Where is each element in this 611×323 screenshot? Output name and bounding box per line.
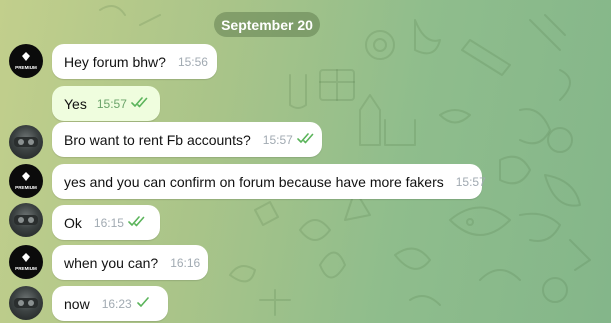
avatar[interactable] bbox=[9, 125, 43, 159]
message-text: Hey forum bhw? bbox=[64, 53, 166, 70]
profile-photo-icon bbox=[14, 298, 38, 308]
message-bubble[interactable]: Bro want to rent Fb accounts? 15:57 bbox=[52, 122, 322, 157]
brand-avatar-text: PREMIUM bbox=[15, 266, 37, 271]
message-time: 15:56 bbox=[177, 54, 208, 69]
message-bubble[interactable]: Hey forum bhw? 15:56 bbox=[52, 44, 217, 79]
message-text: when you can? bbox=[64, 254, 159, 271]
message-bubble[interactable]: yes and you can confirm on forum because… bbox=[52, 164, 486, 199]
brand-avatar-text: PREMIUM bbox=[15, 65, 37, 70]
check-icon bbox=[136, 295, 150, 313]
message-text: Bro want to rent Fb accounts? bbox=[64, 131, 251, 148]
avatar[interactable]: PREMIUM bbox=[9, 245, 43, 279]
message-time: 16:16 bbox=[170, 255, 201, 270]
message-bubble[interactable]: now 16:23 bbox=[52, 286, 168, 321]
message-text: now bbox=[64, 295, 90, 312]
message-bubble-outgoing[interactable]: Yes 15:57 bbox=[52, 86, 160, 121]
avatar[interactable]: PREMIUM bbox=[9, 44, 43, 78]
message-bubble[interactable]: when you can? 16:16 bbox=[52, 245, 208, 280]
premium-logo-icon: PREMIUM bbox=[15, 253, 37, 271]
avatar[interactable]: PREMIUM bbox=[9, 164, 43, 198]
double-check-icon bbox=[128, 214, 146, 232]
premium-logo-icon: PREMIUM bbox=[15, 172, 37, 190]
brand-avatar-text: PREMIUM bbox=[15, 185, 37, 190]
avatar[interactable] bbox=[9, 203, 43, 237]
message-time: 15:57 bbox=[455, 174, 486, 189]
avatar[interactable] bbox=[9, 286, 43, 320]
message-text: Ok bbox=[64, 214, 82, 231]
message-text: Yes bbox=[64, 95, 87, 112]
message-bubble[interactable]: Ok 16:15 bbox=[52, 205, 160, 240]
profile-photo-icon bbox=[14, 137, 38, 147]
profile-photo-icon bbox=[14, 215, 38, 225]
message-time: 16:15 bbox=[93, 215, 124, 230]
message-time: 15:57 bbox=[96, 96, 127, 111]
message-time: 16:23 bbox=[101, 296, 132, 311]
double-check-icon bbox=[131, 95, 149, 113]
date-separator: September 20 bbox=[214, 12, 320, 37]
message-text: yes and you can confirm on forum because… bbox=[64, 173, 444, 190]
premium-logo-icon: PREMIUM bbox=[15, 52, 37, 70]
message-time: 15:57 bbox=[262, 132, 293, 147]
double-check-icon bbox=[296, 131, 315, 149]
